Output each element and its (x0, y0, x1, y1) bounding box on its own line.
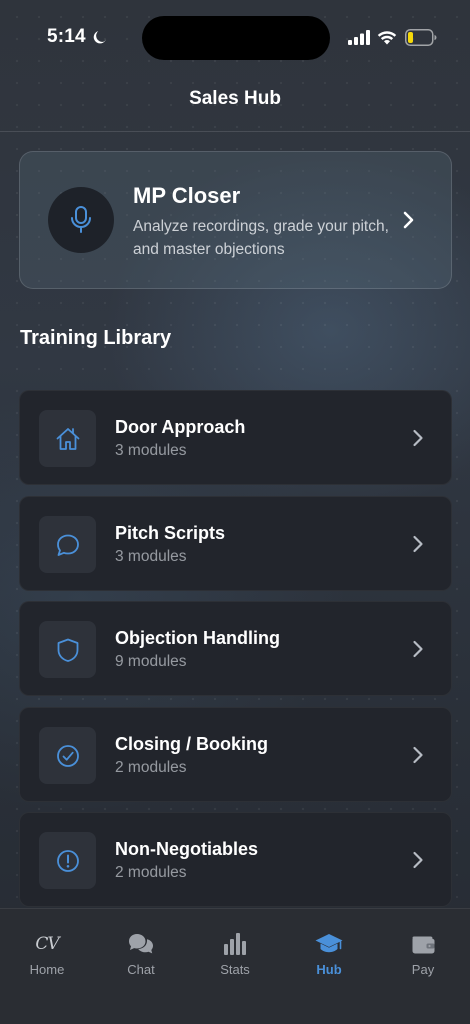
page-title: Sales Hub (189, 88, 281, 109)
item-title: Closing / Booking (115, 734, 268, 754)
alert-circle-icon (56, 849, 79, 872)
item-subtitle: 9 modules (115, 653, 187, 670)
item-subtitle: 3 modules (115, 442, 187, 459)
home-icon (56, 427, 79, 450)
tab-chat[interactable]: Chat (94, 909, 188, 989)
tab-label: Hub (316, 962, 342, 977)
chevron-right-icon (413, 746, 423, 764)
library-item-closing-booking[interactable]: Closing / Booking 2 modules (19, 707, 452, 802)
wallet-icon (408, 929, 438, 959)
wifi-icon (377, 31, 397, 45)
tab-label: Stats (220, 962, 250, 977)
item-title: Pitch Scripts (115, 523, 226, 543)
item-icon-box (39, 727, 96, 784)
tab-home[interactable]: CV Home (0, 909, 94, 989)
tab-label: Chat (127, 962, 155, 977)
feature-description: Analyze recordings, grade your pitch, an… (133, 218, 389, 258)
header-divider (0, 131, 470, 132)
item-subtitle: 2 modules (115, 759, 187, 776)
battery-icon (405, 29, 437, 46)
tab-label: Pay (411, 962, 435, 977)
library-item-pitch-scripts[interactable]: Pitch Scripts 3 modules (19, 496, 452, 591)
check-circle-icon (56, 744, 79, 767)
tab-label: Home (29, 962, 65, 977)
library-item-door-approach[interactable]: Door Approach 3 modules (19, 390, 452, 485)
item-icon-box (39, 832, 96, 889)
tab-bar: CV Home Chat Stats Hub Pay (0, 908, 470, 1024)
microphone-icon (71, 206, 91, 233)
tab-pay[interactable]: Pay (376, 909, 470, 989)
item-subtitle: 3 modules (115, 548, 187, 565)
item-subtitle: 2 modules (115, 864, 187, 881)
mic-badge (48, 187, 114, 253)
item-title: Objection Handling (115, 628, 280, 648)
chevron-right-icon (413, 535, 423, 553)
chat-bubble-icon (56, 534, 79, 556)
library-item-objection-handling[interactable]: Objection Handling 9 modules (19, 601, 452, 696)
chat-bubbles-icon (126, 929, 156, 959)
item-icon-box (39, 410, 96, 467)
chevron-right-icon (403, 211, 414, 229)
moon-icon (93, 31, 106, 44)
item-title: Door Approach (115, 417, 246, 437)
section-title: Training Library (20, 327, 172, 349)
item-title: Non-Negotiables (115, 839, 259, 859)
tab-stats[interactable]: Stats (188, 909, 282, 989)
chevron-right-icon (413, 429, 423, 447)
graduation-cap-icon (314, 929, 344, 959)
feature-title: MP Closer (133, 183, 241, 208)
library-item-non-negotiables[interactable]: Non-Negotiables 2 modules (19, 812, 452, 907)
signal-icon (348, 30, 370, 45)
shield-icon (57, 638, 78, 662)
item-icon-box (39, 516, 96, 573)
screen: 5:14 Sales Hub MP Closer Analyze recordi… (0, 0, 470, 1024)
status-time: 5:14 (47, 26, 86, 47)
cv-logo-icon: CV (35, 934, 59, 954)
bar-chart-icon (220, 929, 250, 959)
dynamic-island (142, 16, 330, 60)
item-icon-box (39, 621, 96, 678)
status-bar: 5:14 (0, 0, 470, 70)
tab-hub[interactable]: Hub (282, 909, 376, 989)
mp-closer-card[interactable]: MP Closer Analyze recordings, grade your… (19, 151, 452, 289)
chevron-right-icon (413, 640, 423, 658)
chevron-right-icon (413, 851, 423, 869)
